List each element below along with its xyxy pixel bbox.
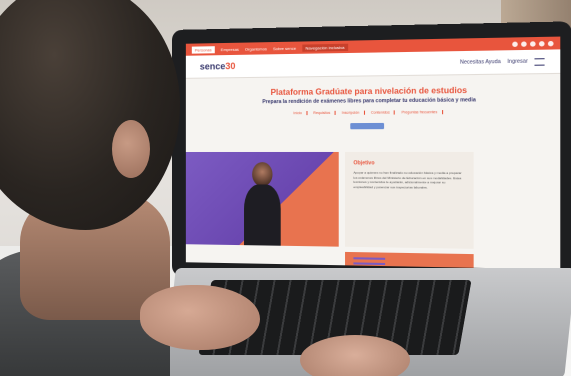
facebook-icon[interactable] [521, 40, 527, 47]
student-body [244, 184, 281, 246]
laptop-screen: Personas Empresas Organismos Sobre sence… [172, 21, 571, 285]
instagram-icon[interactable] [530, 40, 536, 47]
photo-scene: Personas Empresas Organismos Sobre sence… [0, 0, 571, 376]
twitter-icon[interactable] [547, 40, 554, 46]
nav-item-sobre-sence[interactable]: Sobre sence [273, 45, 296, 51]
hamburger-menu-icon[interactable] [534, 57, 545, 66]
page-title: Plataforma Gradúate para nivelación de e… [270, 85, 467, 98]
person-head [0, 0, 180, 230]
objectives-text: Apoyar a quienes no han finalizado su ed… [353, 170, 462, 190]
person-left-hand [140, 285, 260, 350]
objectives-title: Objetivo [353, 160, 375, 167]
nav-item-organismos[interactable]: Organismos [245, 46, 267, 51]
youtube-icon[interactable] [538, 40, 545, 47]
site-logo[interactable]: sence30 [200, 61, 236, 72]
feature-image [185, 151, 339, 247]
decorative-block [345, 251, 474, 270]
logo-main: sence [199, 61, 226, 72]
cta-button[interactable] [350, 122, 385, 130]
nav-item-empresas[interactable]: Empresas [221, 46, 239, 51]
link-contenidos[interactable]: Contenidos [370, 110, 396, 115]
student-photo [244, 162, 281, 246]
student-head [252, 162, 273, 187]
nav-item-inclusive[interactable]: Navegación inclusiva [302, 43, 348, 52]
person-ear [112, 120, 150, 178]
link-requisitos[interactable]: Requisitos [313, 110, 336, 116]
link-inicio[interactable]: Inicio [293, 111, 308, 116]
hero-section: Plataforma Gradúate para nivelación de e… [186, 74, 560, 130]
section-links: Inicio Requisitos Inscripción Contenidos… [186, 109, 560, 116]
website-view: Personas Empresas Organismos Sobre sence… [185, 36, 561, 270]
objectives-card: Objetivo Apoyar a quienes no han finaliz… [345, 151, 474, 249]
page-subtitle: Prepara la rendición de exámenes libres … [262, 97, 476, 106]
link-inscripcion[interactable]: Inscripción [341, 110, 365, 115]
nav-item-personas[interactable]: Personas [191, 45, 215, 54]
logo-suffix: 30 [225, 60, 236, 72]
search-icon[interactable] [512, 41, 518, 47]
login-link[interactable]: Ingresar [507, 58, 527, 65]
header-actions: Necesitas Ayuda Ingresar [460, 57, 545, 67]
social-icons [512, 40, 554, 47]
link-preguntas[interactable]: Preguntas frecuentes [401, 110, 443, 115]
help-link[interactable]: Necesitas Ayuda [460, 59, 501, 66]
